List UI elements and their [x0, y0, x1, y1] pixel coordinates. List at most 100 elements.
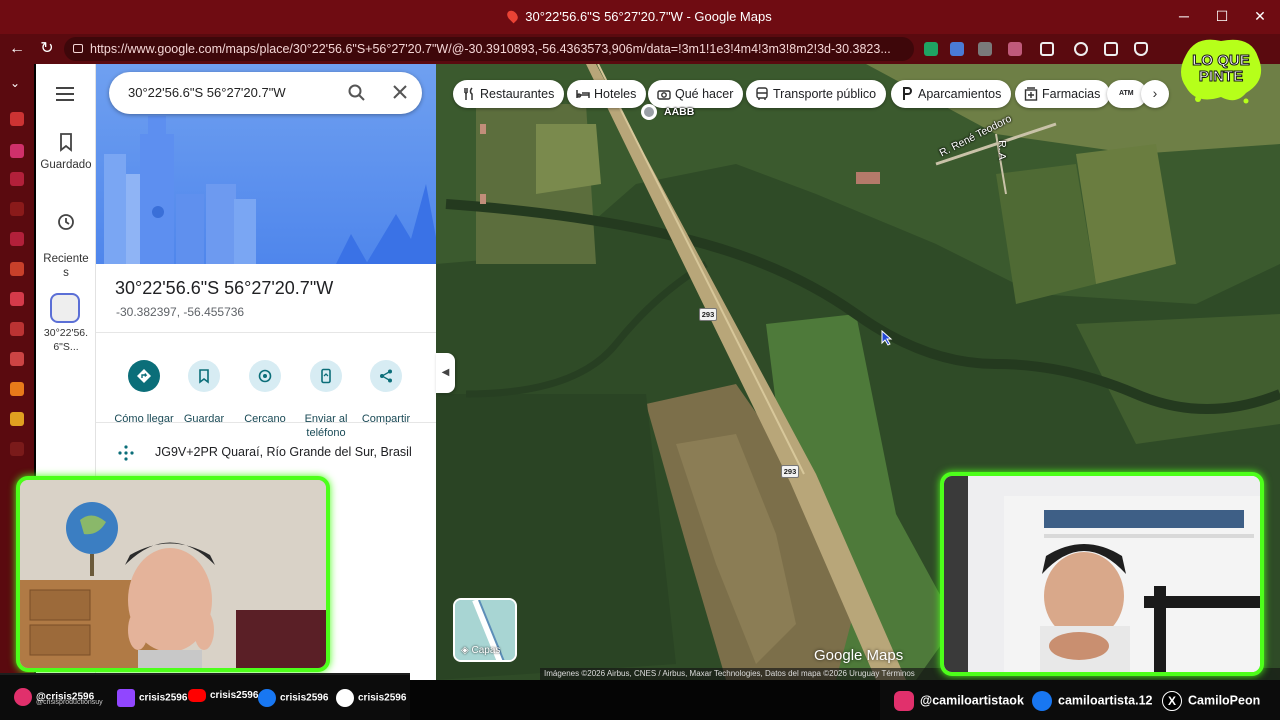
menu-icon[interactable]: [56, 87, 74, 101]
chip-hotels[interactable]: Hoteles: [567, 80, 647, 108]
maximize-button[interactable]: ☐: [1202, 4, 1242, 28]
lock-icon: [73, 44, 83, 53]
social-label: crisis2596: [280, 692, 329, 704]
nearby-button[interactable]: Cercano: [230, 346, 300, 427]
action-label: Cercano: [244, 413, 286, 425]
chip-pharmacies[interactable]: Farmacias: [1015, 80, 1111, 108]
history-icon: [58, 214, 74, 230]
app-icon[interactable]: [10, 442, 24, 456]
app-icon[interactable]: [10, 232, 24, 246]
app-icon[interactable]: [10, 172, 24, 186]
chip-label: Restaurantes: [480, 87, 555, 101]
puzzle-icon[interactable]: [1040, 42, 1054, 56]
social-x: X CamiloPeon: [1162, 691, 1260, 711]
chip-label: Hoteles: [594, 87, 637, 101]
facebook-icon: [1032, 691, 1052, 711]
social-label: camiloartista.12: [1058, 693, 1153, 708]
socials-bar-left: @crisis2596 @crisisproductionsuy crisis2…: [0, 673, 410, 720]
divider: [96, 332, 436, 333]
app-icon[interactable]: [10, 382, 24, 396]
minimize-button[interactable]: ─: [1164, 4, 1204, 28]
chip-label: ATM: [1119, 90, 1134, 97]
layers-label: ◈ Capas: [461, 645, 501, 656]
instagram-icon: [894, 691, 914, 711]
social-threads: crisis2596: [336, 689, 406, 707]
recent-button[interactable]: Reciente s: [36, 198, 96, 280]
app-icon[interactable]: [10, 412, 24, 426]
bookmark-icon: [199, 368, 209, 384]
webcam-left-video: [20, 480, 326, 668]
share-button[interactable]: Compartir: [351, 346, 421, 427]
shield-icon[interactable]: [1134, 42, 1148, 56]
chip-transit[interactable]: Transporte público: [746, 80, 887, 108]
hero-illustration: 30°22'56.6"S 56°27'20.7"W: [96, 64, 436, 264]
place-marker-icon[interactable]: [639, 102, 659, 122]
app-icon[interactable]: [10, 352, 24, 366]
cursor-icon: [881, 330, 893, 346]
layers-text: Capas: [471, 645, 501, 656]
phone-icon: [321, 368, 331, 383]
action-label: Compartir: [361, 413, 411, 425]
reload-icon[interactable]: ↻: [36, 39, 58, 59]
app-icon[interactable]: [10, 112, 24, 126]
chip-things-to-do[interactable]: Qué hacer: [648, 80, 744, 108]
twitch-icon: [117, 689, 135, 707]
collapse-panel-button[interactable]: ◀: [436, 353, 455, 393]
action-label: Cómo llegar: [114, 413, 174, 425]
socials-bar-right: @camiloartistaok camiloartista.12 X Camil…: [880, 680, 1280, 720]
plus-code[interactable]: JG9V+2PR Quaraí, Río Grande del Sur, Bra…: [155, 445, 412, 459]
search-input[interactable]: 30°22'56.6"S 56°27'20.7"W: [128, 85, 286, 100]
extension-icon[interactable]: [978, 42, 992, 56]
parking-icon: [903, 87, 912, 100]
pharmacy-icon: [1024, 87, 1038, 101]
app-icon[interactable]: [10, 202, 24, 216]
social-label: crisis2596: [139, 692, 188, 704]
place-title: 30°22'56.6"S 56°27'20.7"W: [115, 278, 334, 298]
media-icon[interactable]: [1074, 42, 1088, 56]
app-icon[interactable]: [10, 292, 24, 306]
camera-icon: [657, 90, 671, 100]
layers-button[interactable]: ◈ Capas: [453, 598, 517, 662]
share-icon: [380, 369, 392, 382]
chip-parking[interactable]: Aparcamientos: [891, 80, 1012, 108]
translate-icon[interactable]: [950, 42, 964, 56]
app-icon[interactable]: [10, 262, 24, 276]
chip-label: Transporte público: [773, 87, 877, 101]
saved-button[interactable]: Guardado: [36, 132, 96, 172]
instagram-icon[interactable]: [10, 144, 24, 158]
extension-icon[interactable]: [924, 42, 938, 56]
chip-label: Farmacias: [1042, 87, 1101, 101]
back-icon[interactable]: ←: [6, 39, 28, 59]
save-button[interactable]: Guardar: [169, 346, 239, 427]
close-window-button[interactable]: ✕: [1240, 4, 1280, 28]
app-icon[interactable]: [10, 322, 24, 336]
chevron-right-icon[interactable]: ›: [1141, 80, 1169, 108]
logo-line1: LO QUE: [1192, 52, 1250, 69]
street-label: R. A: [995, 140, 1008, 160]
recent-place-label[interactable]: 30°22'56. 6"S...: [36, 326, 96, 354]
extension-icon[interactable]: [1008, 42, 1022, 56]
bus-icon: [756, 87, 768, 100]
search-icon[interactable]: [348, 84, 366, 102]
x-icon: X: [1162, 691, 1182, 711]
recent-place-thumbnail[interactable]: [50, 293, 80, 323]
instagram-icon: [14, 688, 32, 706]
bed-icon: [576, 90, 590, 98]
lo-que-pinte-logo: LO QUE PINTE: [1181, 39, 1262, 104]
address-bar[interactable]: https://www.google.com/maps/place/30°22'…: [64, 37, 914, 61]
webcam-right-video: [944, 476, 1260, 672]
social-label: @camiloartistaok: [920, 693, 1024, 708]
search-box[interactable]: 30°22'56.6"S 56°27'20.7"W: [109, 72, 422, 114]
favorites-icon[interactable]: [1104, 42, 1118, 56]
facebook-icon: [258, 689, 276, 707]
close-icon[interactable]: [392, 84, 408, 100]
maps-pin-icon: [505, 8, 521, 24]
saved-label: Guardado: [40, 159, 92, 171]
place-coordinates: -30.382397, -56.455736: [116, 305, 245, 319]
chip-restaurants[interactable]: Restaurantes: [453, 80, 565, 108]
window-title: 30°22'56.6"S 56°27'20.7"W - Google Maps: [525, 9, 772, 24]
logo-line2: PINTE: [1199, 68, 1243, 85]
overlay-bottom-bar: [410, 680, 880, 720]
chevron-down-icon[interactable]: ⌄: [10, 76, 24, 90]
poi-label[interactable]: AABB: [664, 106, 694, 118]
